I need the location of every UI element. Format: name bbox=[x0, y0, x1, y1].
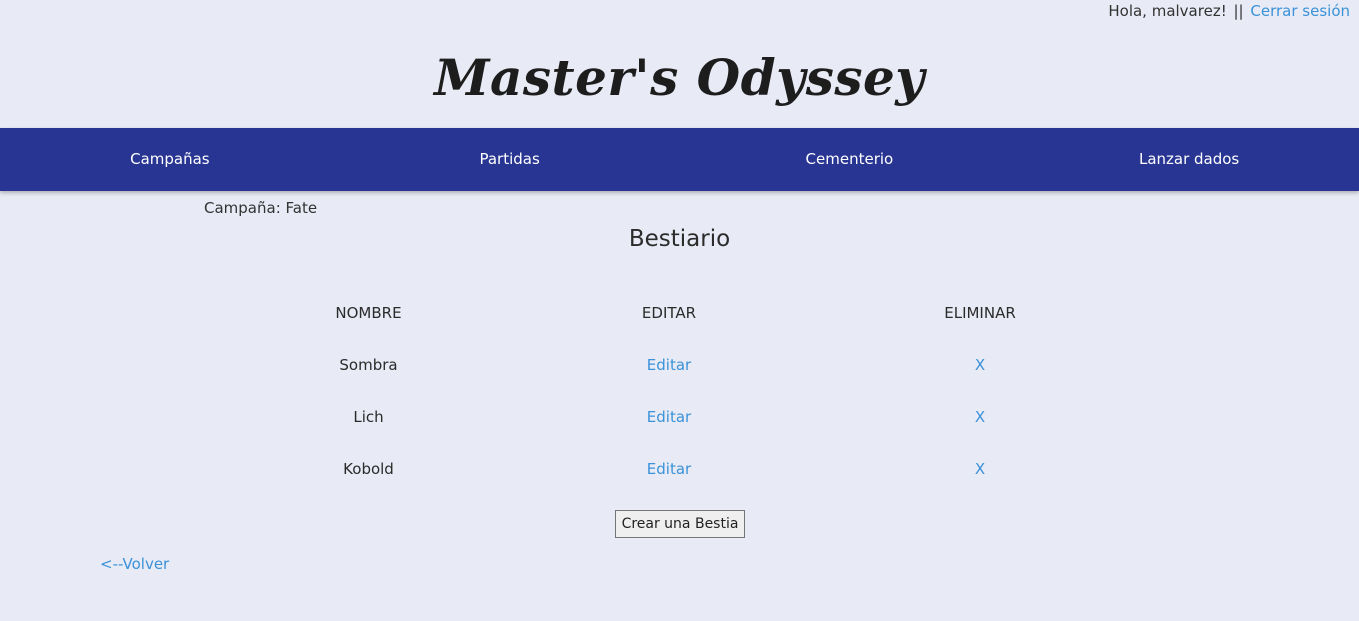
delete-link[interactable]: X bbox=[975, 408, 985, 426]
bestiary-table: NOMBRE EDITAR ELIMINAR Sombra Editar X L… bbox=[213, 287, 1146, 495]
delete-link[interactable]: X bbox=[975, 460, 985, 478]
site-title: Master's Odyssey bbox=[434, 48, 925, 107]
user-bar: Hola, malvarez! || Cerrar sesión bbox=[1108, 2, 1350, 20]
nav-item-partidas[interactable]: Partidas bbox=[340, 128, 680, 191]
logout-link[interactable]: Cerrar sesión bbox=[1250, 2, 1350, 20]
beast-name: Lich bbox=[353, 408, 384, 426]
table-row: Kobold Editar X bbox=[213, 443, 1146, 495]
header-eliminar: ELIMINAR bbox=[944, 304, 1016, 322]
header-editar: EDITAR bbox=[641, 304, 697, 322]
delete-link[interactable]: X bbox=[975, 356, 985, 374]
main-navbar: Campañas Partidas Cementerio Lanzar dado… bbox=[0, 128, 1359, 191]
table-header-row: NOMBRE EDITAR ELIMINAR bbox=[213, 287, 1146, 339]
edit-link[interactable]: Editar bbox=[647, 460, 691, 478]
header-nombre: NOMBRE bbox=[335, 304, 402, 322]
greeting-text: Hola, malvarez! bbox=[1108, 2, 1227, 20]
nav-item-cementerio[interactable]: Cementerio bbox=[680, 128, 1020, 191]
campaign-label: Campaña: Fate bbox=[204, 199, 318, 217]
table-row: Lich Editar X bbox=[213, 391, 1146, 443]
edit-link[interactable]: Editar bbox=[647, 356, 691, 374]
separator: || bbox=[1233, 2, 1244, 20]
page-title: Bestiario bbox=[628, 226, 731, 252]
create-beast-button[interactable]: Crear una Bestia bbox=[615, 510, 745, 538]
table-row: Sombra Editar X bbox=[213, 339, 1146, 391]
beast-name: Kobold bbox=[343, 460, 394, 478]
edit-link[interactable]: Editar bbox=[647, 408, 691, 426]
nav-item-lanzar-dados[interactable]: Lanzar dados bbox=[1019, 128, 1359, 191]
nav-item-campanas[interactable]: Campañas bbox=[0, 128, 340, 191]
back-link[interactable]: <--Volver bbox=[100, 555, 169, 573]
beast-name: Sombra bbox=[339, 356, 398, 374]
